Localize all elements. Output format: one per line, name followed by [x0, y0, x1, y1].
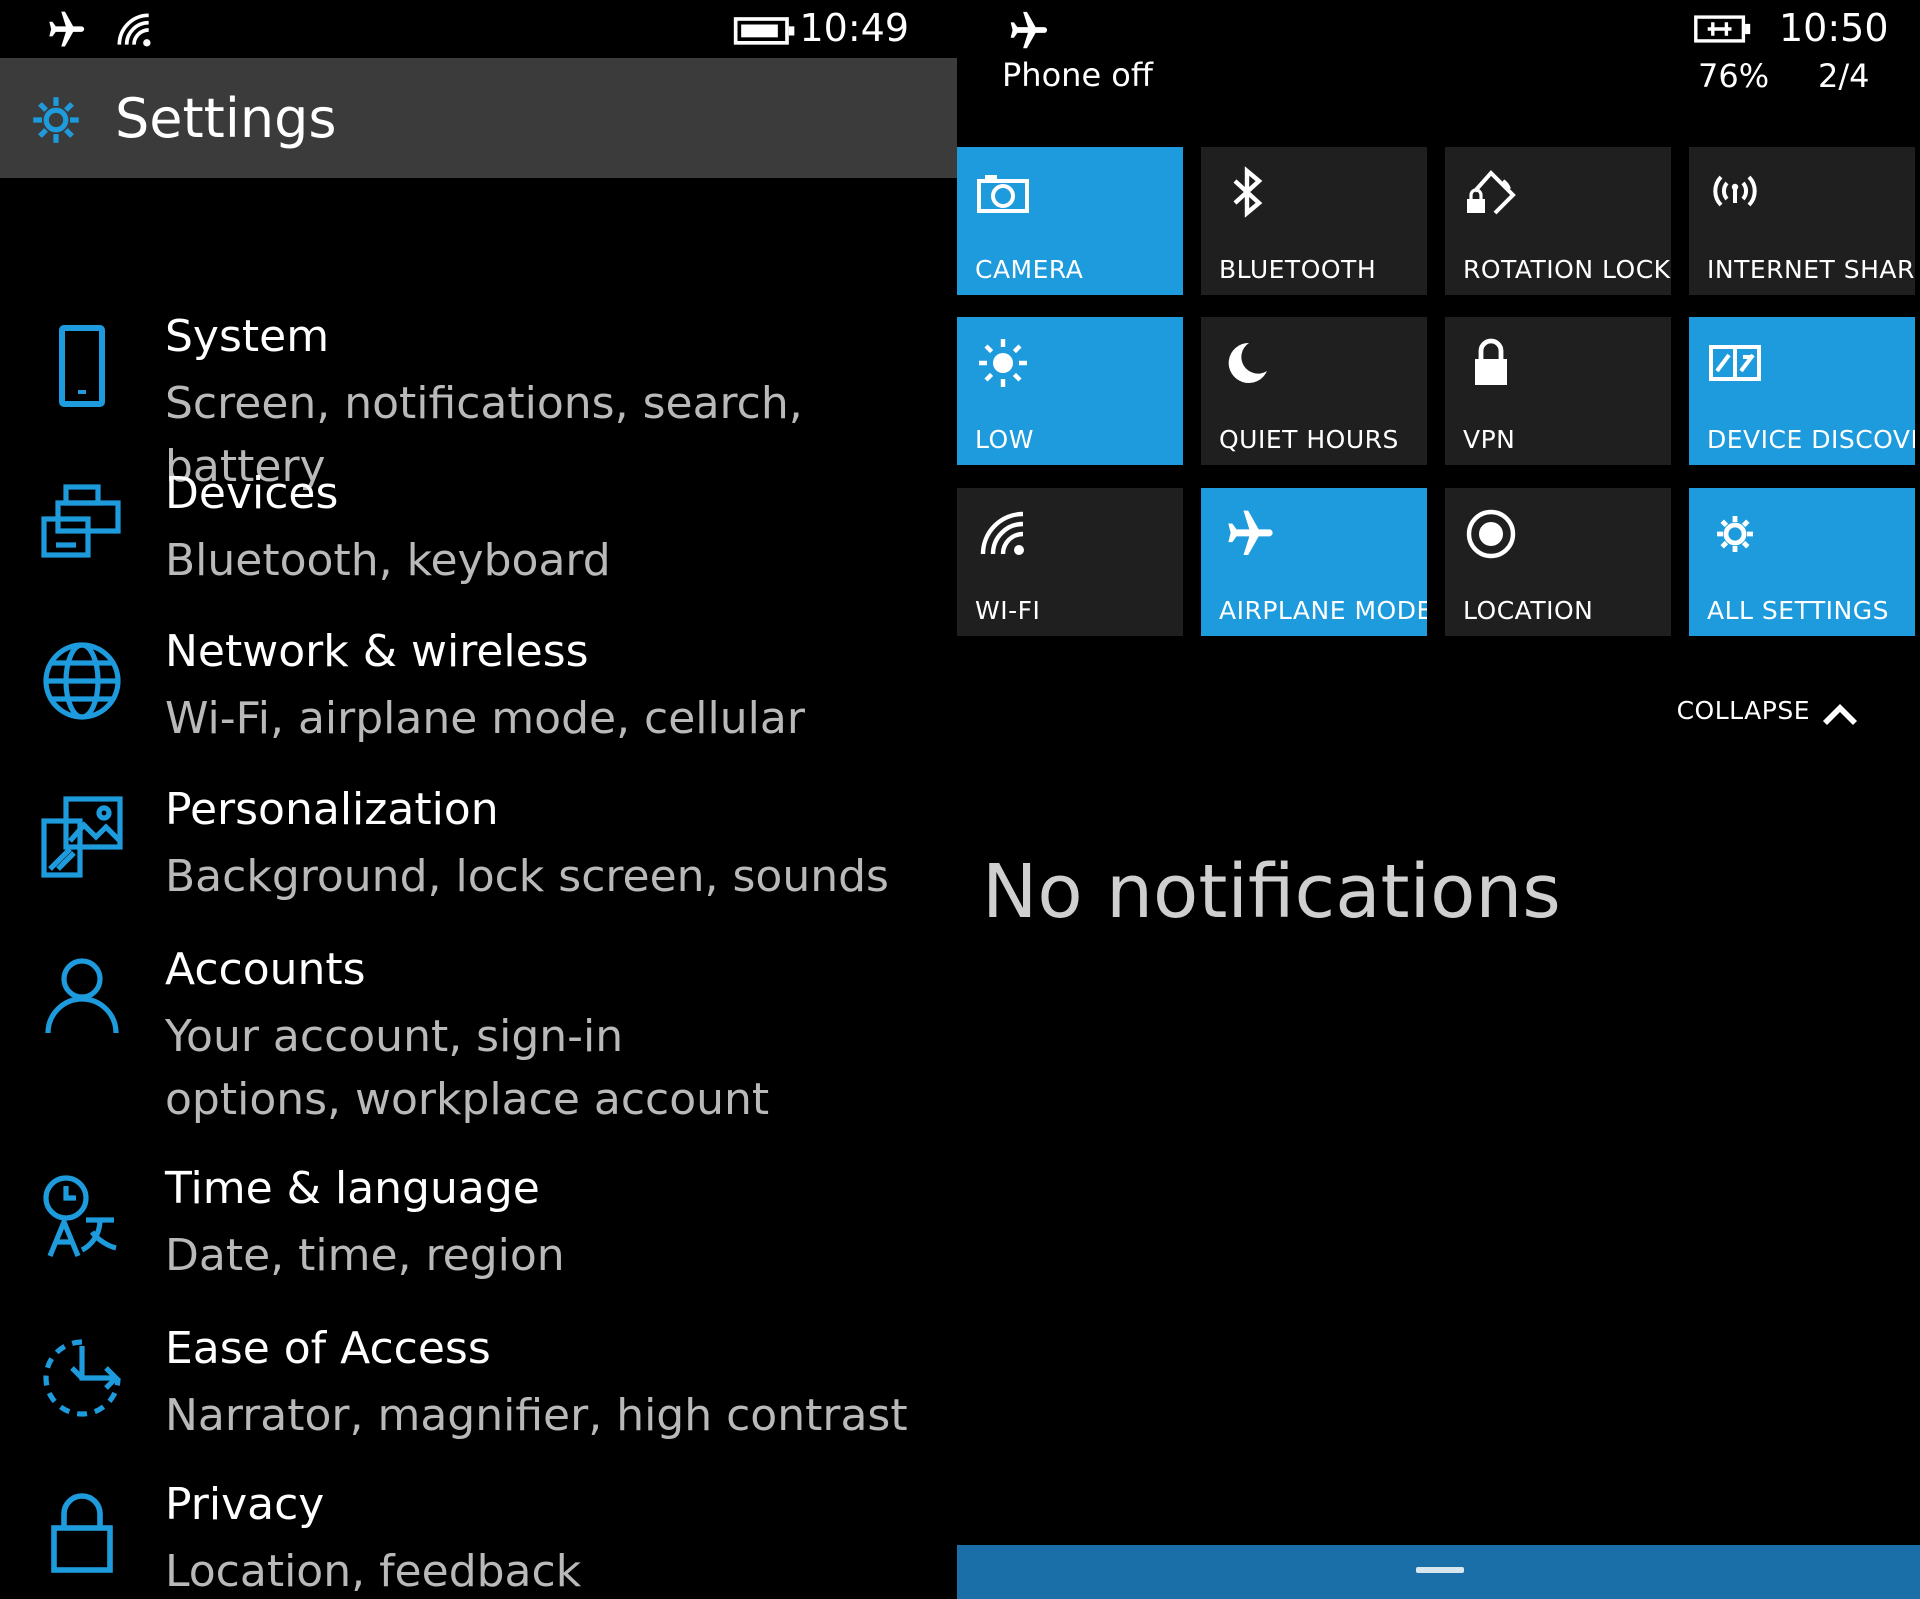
settings-item-title: Time & language: [165, 1163, 540, 1214]
devices-icon: [41, 484, 121, 558]
quick-action-airplane-mode[interactable]: AIRPLANE MODE: [1201, 488, 1427, 636]
airplane-icon: [1228, 510, 1273, 555]
wifi-icon: [980, 511, 1024, 555]
collapse-button[interactable]: COLLAPSE: [1590, 692, 1890, 732]
person-icon: [45, 958, 119, 1034]
settings-item-privacy[interactable]: Privacy Location, feedback: [0, 1478, 957, 1599]
settings-item-accounts[interactable]: Accounts Your account, sign-in options, …: [0, 943, 957, 1143]
settings-item-system[interactable]: System Screen, notifications, search, ba…: [0, 310, 957, 492]
battery-icon: [733, 17, 795, 45]
action-center-handle-bar[interactable]: [957, 1545, 1920, 1599]
settings-item-description: Wi-Fi, airplane mode, cellular: [165, 693, 805, 744]
ease-of-access-icon: [43, 1339, 121, 1417]
settings-item-description: Date, time, region: [165, 1230, 565, 1281]
battery-charging-icon: [1694, 15, 1751, 43]
quick-action-label: AIRPLANE MODE: [1219, 596, 1427, 625]
internet-sharing-icon: [1713, 175, 1757, 207]
settings-screen: 10:49 Settings System Screen, notificati…: [0, 0, 957, 1599]
rotation-lock-icon: [1467, 170, 1516, 215]
phone-icon: [59, 325, 105, 407]
settings-item-title: Privacy: [165, 1479, 325, 1530]
location-icon: [1466, 509, 1516, 559]
quick-action-label: ALL SETTINGS: [1707, 596, 1889, 625]
status-bar: 10:49: [0, 0, 957, 58]
quick-action-label: BLUETOOTH: [1219, 255, 1377, 284]
quick-action-label: CAMERA: [975, 255, 1084, 284]
settings-item-title: System: [165, 311, 330, 362]
gear-icon: [33, 97, 79, 143]
quick-action-label: DEVICE DISCOVE: [1707, 425, 1915, 454]
quick-action-camera[interactable]: CAMERA: [957, 147, 1183, 295]
phone-state: Phone off: [1002, 56, 1153, 94]
settings-item-title: Devices: [165, 468, 339, 519]
app-header: Settings: [0, 58, 957, 178]
vpn-lock-icon: [1475, 338, 1507, 385]
settings-item-devices[interactable]: Devices Bluetooth, keyboard: [0, 467, 957, 607]
quick-action-brightness[interactable]: LOW: [957, 317, 1183, 465]
settings-item-ease-of-access[interactable]: Ease of Access Narrator, magnifier, high…: [0, 1322, 957, 1462]
device-discovery-icon: [1709, 345, 1761, 381]
quick-action-all-settings[interactable]: ALL SETTINGS: [1689, 488, 1915, 636]
quick-action-quiet-hours[interactable]: QUIET HOURS: [1201, 317, 1427, 465]
quick-action-wifi[interactable]: WI-FI: [957, 488, 1183, 636]
quick-action-vpn[interactable]: VPN: [1445, 317, 1671, 465]
quick-action-label: ROTATION LOCK: [1463, 255, 1671, 284]
airplane-icon: [49, 11, 85, 47]
moon-icon: [1228, 342, 1267, 383]
brightness-icon: [979, 339, 1027, 387]
settings-item-title: Personalization: [165, 784, 499, 835]
battery-percent: 76%: [1698, 57, 1770, 95]
quick-action-label: INTERNET SHARI: [1707, 255, 1915, 284]
page-indicator: 2/4: [1818, 57, 1870, 95]
status-time: 10:50: [1779, 6, 1889, 50]
quick-action-device-discovery[interactable]: DEVICE DISCOVE: [1689, 317, 1915, 465]
status-time: 10:49: [799, 6, 909, 50]
settings-item-time-language[interactable]: Time & language Date, time, region: [0, 1162, 957, 1302]
quick-action-bluetooth[interactable]: BLUETOOTH: [1201, 147, 1427, 295]
settings-item-personalization[interactable]: Personalization Background, lock screen,…: [0, 783, 957, 923]
settings-item-description: Bluetooth, keyboard: [165, 535, 611, 586]
airplane-icon: [1010, 11, 1048, 49]
bluetooth-icon: [1233, 166, 1263, 218]
gear-icon: [1717, 516, 1753, 552]
quick-action-label: WI-FI: [975, 596, 1041, 625]
wifi-icon: [117, 13, 151, 47]
page-title: Settings: [115, 87, 337, 150]
settings-item-title: Ease of Access: [165, 1323, 491, 1374]
quick-action-label: LOCATION: [1463, 596, 1594, 625]
settings-item-title: Network & wireless: [165, 626, 589, 677]
quick-action-rotation-lock[interactable]: ROTATION LOCK: [1445, 147, 1671, 295]
quick-action-label: VPN: [1463, 425, 1516, 454]
chevron-up-icon: [1822, 703, 1858, 726]
settings-item-description: Background, lock screen, sounds: [165, 851, 889, 902]
settings-item-description: Narrator, magnifier, high contrast: [165, 1390, 908, 1441]
settings-item-network[interactable]: Network & wireless Wi-Fi, airplane mode,…: [0, 625, 957, 765]
quick-action-internet-sharing[interactable]: INTERNET SHARI: [1689, 147, 1915, 295]
drag-handle[interactable]: [1416, 1567, 1464, 1573]
personalization-icon: [41, 796, 123, 878]
time-language-icon: [43, 1175, 117, 1257]
collapse-label: COLLAPSE: [1676, 696, 1810, 725]
camera-icon: [977, 175, 1029, 213]
quick-actions-grid: CAMERA BLUETOOTH ROTATION LOCK INTERNET …: [957, 147, 1920, 637]
settings-item-title: Accounts: [165, 944, 366, 995]
empty-notifications-message: No notifications: [982, 849, 1561, 935]
quick-action-location[interactable]: LOCATION: [1445, 488, 1671, 636]
settings-item-description: Location, feedback: [165, 1546, 582, 1597]
settings-item-description: Your account, sign-in options, workplace…: [165, 1011, 770, 1125]
globe-icon: [43, 642, 121, 720]
quick-action-label: QUIET HOURS: [1219, 425, 1399, 454]
quick-action-label: LOW: [975, 425, 1034, 454]
lock-icon: [51, 1493, 113, 1573]
action-center: Phone off 10:50 76% 2/4 CAMERA BLUETOOTH: [957, 0, 1920, 1599]
